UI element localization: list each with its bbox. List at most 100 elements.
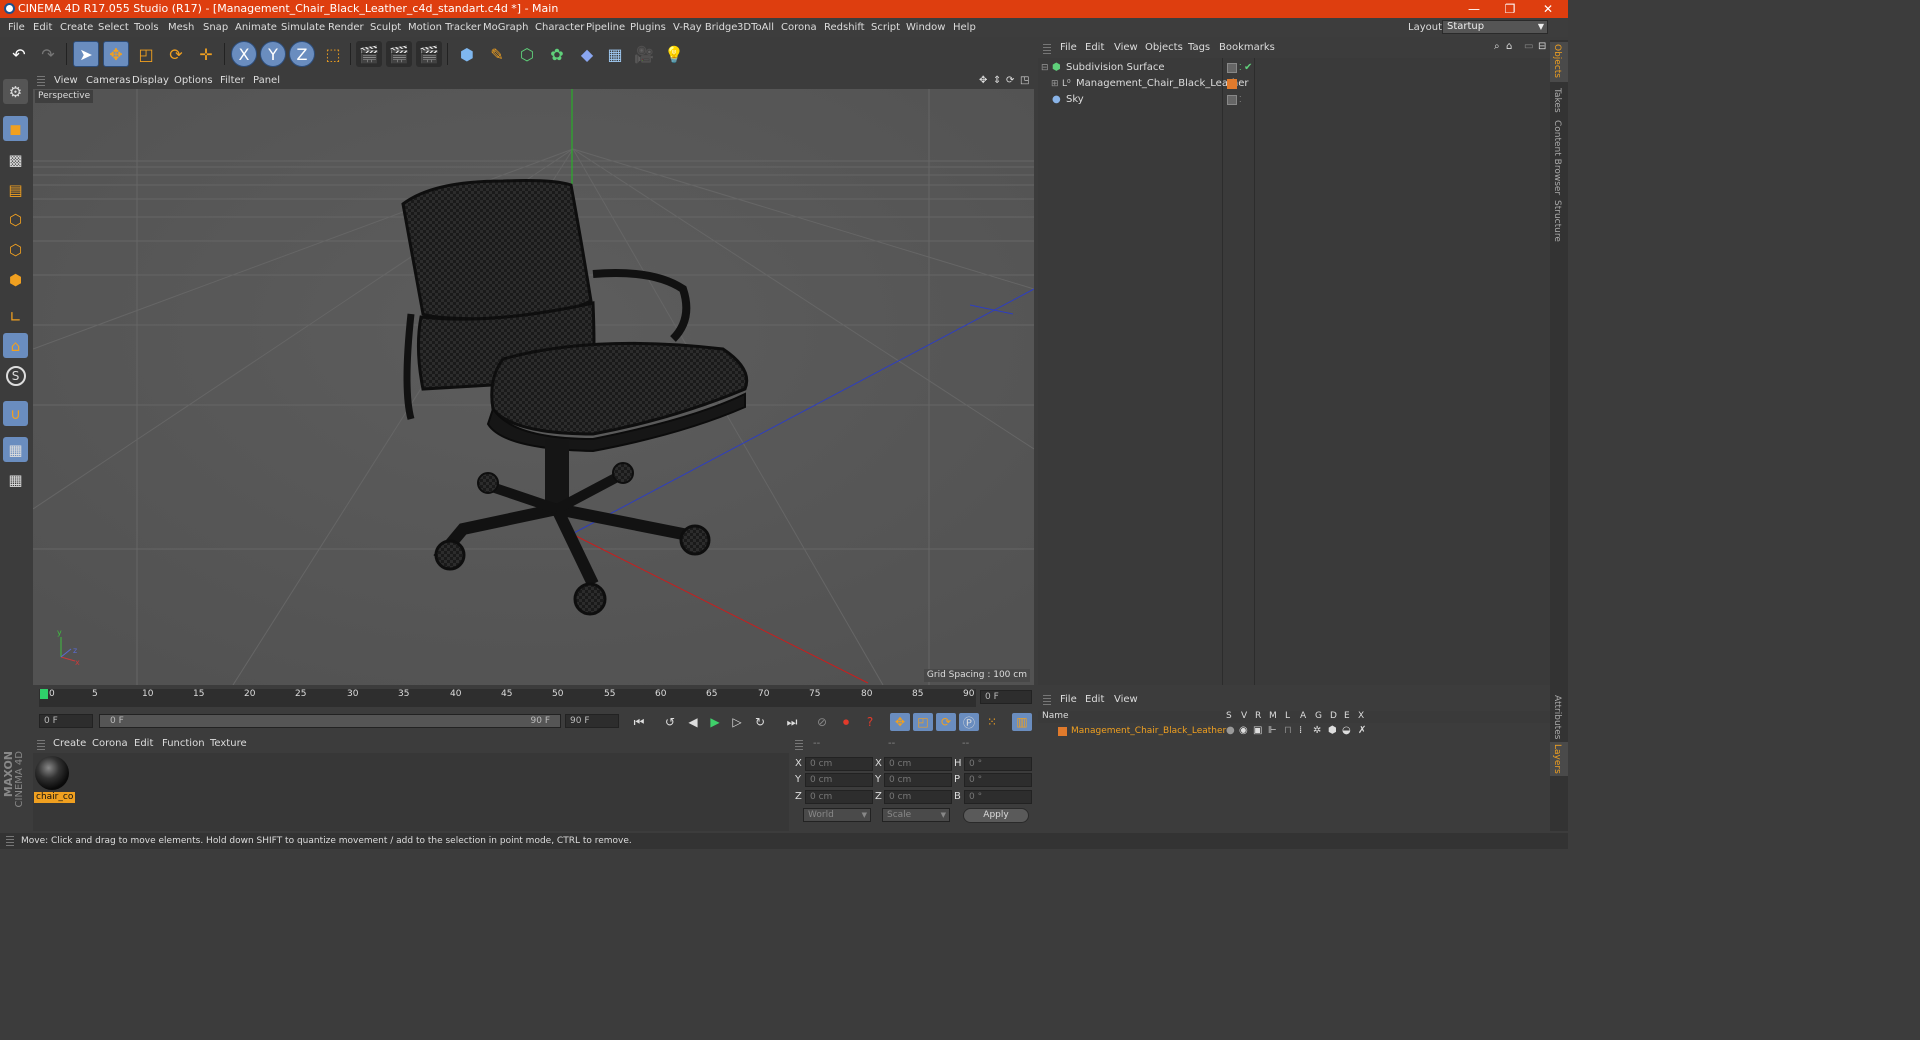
go-to-end-button[interactable]: ⏭ (782, 713, 802, 731)
column-solo[interactable]: S (1226, 711, 1232, 721)
check-icon[interactable]: ✔ (1244, 60, 1252, 76)
column-locked[interactable]: L (1285, 711, 1290, 721)
move-tool-button[interactable]: ✥ (103, 41, 129, 67)
viewport-menu-cameras[interactable]: Cameras (86, 72, 130, 89)
size-z-field[interactable]: 0 cm (884, 790, 952, 804)
objects-menu-view[interactable]: View (1114, 42, 1138, 53)
menu-tools[interactable]: Tools (134, 18, 159, 37)
perspective-viewport[interactable]: y x z Perspective Grid Spacing : 100 cm (33, 89, 1034, 685)
menu-mesh[interactable]: Mesh (168, 18, 194, 37)
column-expressions[interactable]: E (1344, 711, 1350, 721)
collapse-minus-icon[interactable]: ⊟ (1041, 60, 1049, 76)
next-frame-button[interactable]: ▷ (727, 713, 747, 731)
previous-frame-button[interactable]: ◀ (683, 713, 703, 731)
select-tool-button[interactable]: ➤ (73, 41, 99, 67)
collapse-icon[interactable]: ▭ (1524, 41, 1533, 52)
deformer-button[interactable]: ◆ (574, 41, 600, 67)
snap-button[interactable]: S (3, 363, 28, 388)
start-frame-field[interactable]: 0 F (39, 714, 93, 728)
mograph-cloner-button[interactable]: ✿ (544, 41, 570, 67)
material-menu-corona[interactable]: Corona (92, 738, 128, 749)
axis-mode-button[interactable]: ∟ (3, 304, 28, 329)
subdivision-button[interactable]: ⬡ (514, 41, 540, 67)
redo-button[interactable]: ↷ (35, 41, 61, 67)
menu-sculpt[interactable]: Sculpt (370, 18, 401, 37)
previous-key-button[interactable]: ↺ (660, 713, 680, 731)
menu-plugins[interactable]: Plugins (630, 18, 666, 37)
column-xref[interactable]: X (1358, 711, 1364, 721)
layer-name[interactable]: Management_Chair_Black_Leather (1071, 723, 1226, 739)
tab-layers[interactable]: Layers (1552, 744, 1562, 774)
objects-menu-objects[interactable]: Objects (1145, 42, 1183, 53)
undo-button[interactable]: ↶ (6, 41, 32, 67)
autokey-button[interactable]: ? (860, 713, 880, 731)
menu-animate[interactable]: Animate (235, 18, 277, 37)
size-mode-select[interactable]: Scale ▼ (882, 808, 950, 822)
coordinate-system-button[interactable]: ⬚ (320, 41, 346, 67)
solo-dot-icon[interactable]: ● (1226, 723, 1235, 739)
layers-menu-view[interactable]: View (1114, 694, 1138, 705)
viewport-camera-label[interactable]: Perspective (35, 90, 94, 103)
end-frame-field[interactable]: 90 F (565, 714, 619, 728)
texture-mode-button[interactable]: ▩ (3, 147, 28, 172)
edges-mode-button[interactable]: ⬡ (3, 237, 28, 262)
cube-primitive-button[interactable]: ⬢ (454, 41, 480, 67)
object-name[interactable]: Subdivision Surface (1066, 60, 1165, 76)
magnet-button[interactable]: ∪ (3, 401, 28, 426)
expand-plus-icon[interactable]: ⊞ (1051, 76, 1059, 92)
camera-button[interactable]: 🎥 (631, 41, 657, 67)
column-manager[interactable]: M (1269, 711, 1277, 721)
rotation-b-field[interactable]: 0 ° (964, 790, 1032, 804)
keyframe-selection-button[interactable]: ⊘ (812, 713, 832, 731)
close-button[interactable]: ✕ (1530, 0, 1566, 18)
next-key-button[interactable]: ↻ (750, 713, 770, 731)
size-y-field[interactable]: 0 cm (884, 773, 952, 787)
object-name[interactable]: Management_Chair_Black_Leather (1076, 76, 1248, 92)
generator-icon[interactable]: ✲ (1313, 723, 1321, 739)
menu-pipeline[interactable]: Pipeline (586, 18, 625, 37)
column-render[interactable]: R (1255, 711, 1261, 721)
layer-row[interactable]: Management_Chair_Black_Leather ● ◉ ▣ ⊩ ⊓… (1038, 723, 1550, 739)
viewport-move-icon[interactable]: ✥ (979, 72, 987, 89)
timeline-button[interactable]: ▥ (1012, 713, 1032, 731)
visibility-dots-icon[interactable]: ⁚ (1239, 92, 1242, 108)
object-row-sky[interactable]: ● Sky ⁚ (1038, 92, 1550, 108)
layer-color-icon[interactable] (1058, 727, 1067, 736)
maximize-button[interactable]: ❐ (1492, 0, 1528, 18)
frame-range-slider[interactable]: 0 F 90 F (99, 714, 561, 728)
go-to-start-button[interactable]: ⏮ (629, 713, 649, 731)
visibility-dots-icon[interactable]: ⁚ (1239, 60, 1242, 76)
z-axis-button[interactable]: Z (289, 41, 315, 67)
minimize-button[interactable]: — (1456, 0, 1492, 18)
object-row-chair[interactable]: ⊞ L⁰ Management_Chair_Black_Leather ⁚ (1038, 76, 1550, 92)
transform-tool-button[interactable]: ✛ (193, 41, 219, 67)
tweak-mode-button[interactable]: ⌂ (3, 333, 28, 358)
layers-menu-edit[interactable]: Edit (1085, 694, 1104, 705)
viewport-menu-filter[interactable]: Filter (220, 72, 245, 89)
home-icon[interactable]: ⌂ (1506, 41, 1512, 52)
expression-icon[interactable]: ◒ (1342, 723, 1351, 739)
material-menu-create[interactable]: Create (53, 738, 86, 749)
column-generators[interactable]: G (1315, 711, 1322, 721)
x-axis-button[interactable]: X (231, 41, 257, 67)
viewport-zoom-icon[interactable]: ⇕ (993, 72, 1001, 89)
material-name[interactable]: chair_co (34, 792, 76, 803)
menu-file[interactable]: File (8, 18, 25, 37)
object-row-subdivision[interactable]: ⊟ ⬢ Subdivision Surface ⁚ ✔ (1038, 60, 1550, 76)
key-parameter-button[interactable]: Ⓟ (959, 713, 979, 731)
objects-menu-bookmarks[interactable]: Bookmarks (1219, 42, 1275, 53)
search-icon[interactable]: ⌕ (1494, 41, 1500, 52)
spline-pen-button[interactable]: ✎ (484, 41, 510, 67)
rotation-h-field[interactable]: 0 ° (964, 757, 1032, 771)
workplane-mode-button[interactable]: ▤ (3, 177, 28, 202)
playhead-marker[interactable] (40, 689, 48, 699)
panel-menu-icon[interactable]: ⊟ (1538, 41, 1546, 52)
menu-render[interactable]: Render (328, 18, 364, 37)
visibility-dots-icon[interactable]: ⁚ (1239, 76, 1242, 92)
menu-corona[interactable]: Corona (781, 18, 817, 37)
layout-select[interactable]: Startup ▼ (1442, 20, 1548, 34)
render-view-button[interactable]: 🎬 (356, 41, 382, 67)
menu-character[interactable]: Character (535, 18, 584, 37)
current-frame-field[interactable]: 0 F (980, 690, 1032, 704)
menu-create[interactable]: Create (60, 18, 93, 37)
